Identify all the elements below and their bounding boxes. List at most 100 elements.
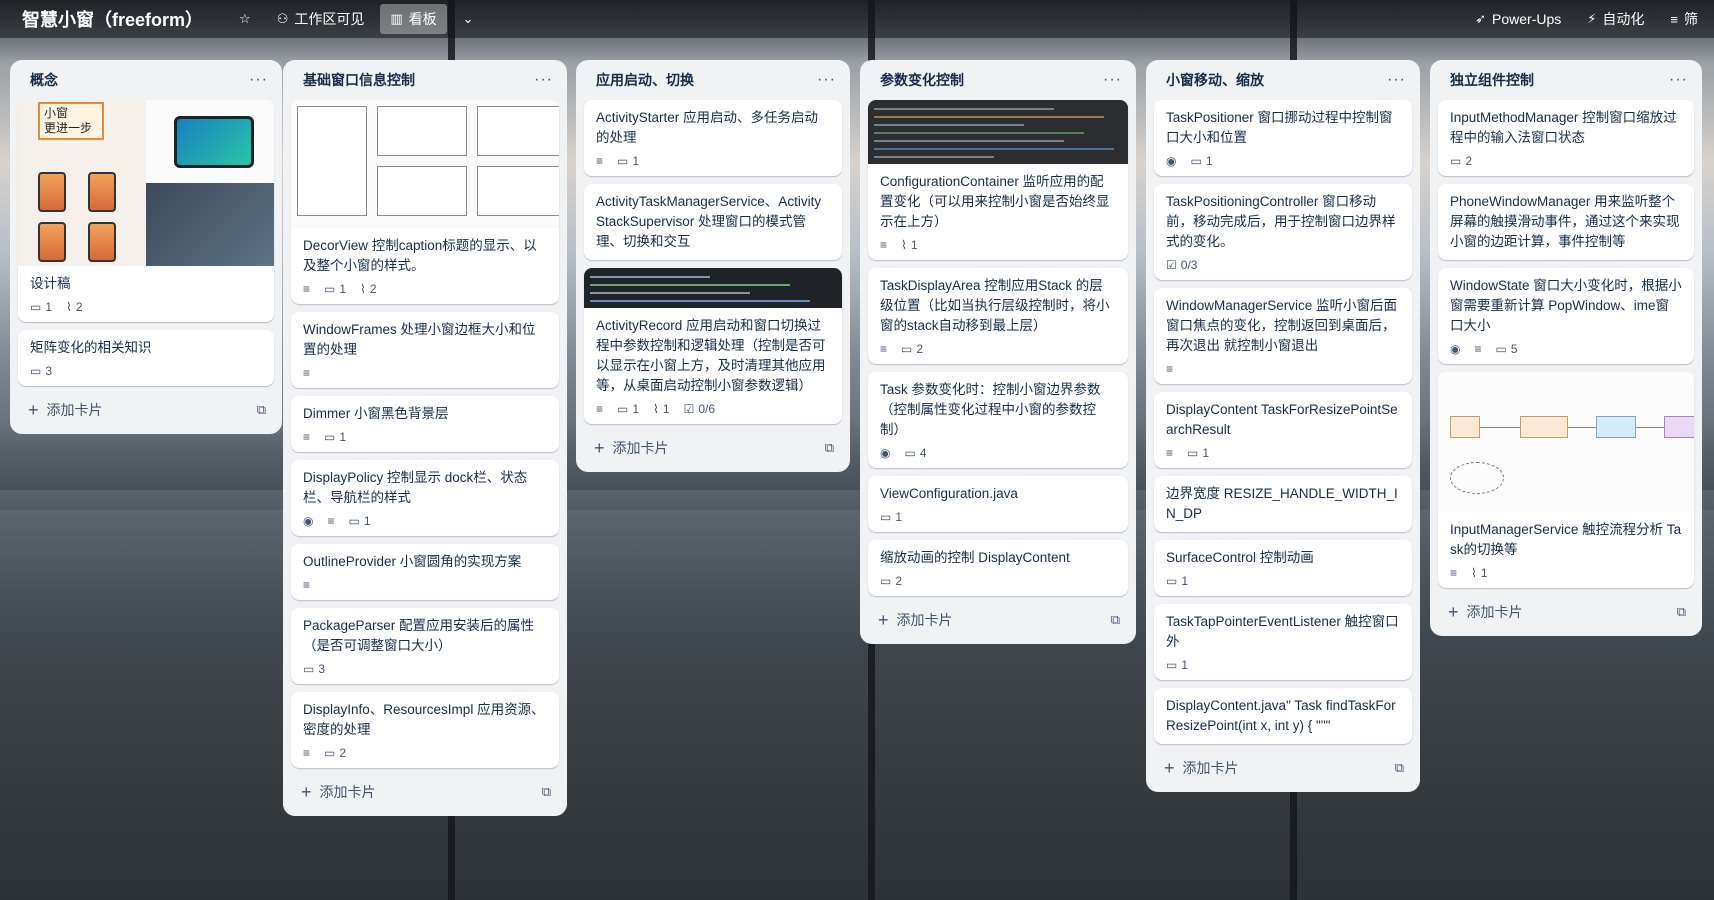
card[interactable]: TaskPositioner 窗口挪动过程中控制窗口大小和位置 ◉ ▭ 1 [1154,100,1412,176]
list-header: 概念 ··· [18,60,274,100]
filter-icon: ≡ [1670,11,1678,27]
card[interactable]: ActivityRecord 应用启动和窗口切换过程中参数控制和逻辑处理（控制是… [584,268,842,424]
list-title[interactable]: 应用启动、切换 [596,70,694,90]
card[interactable]: DisplayPolicy 控制显示 dock栏、状态栏、导航栏的样式 ◉ ≡ … [291,460,559,536]
template-icon[interactable]: ⧉ [542,784,551,800]
card[interactable]: Task 参数变化时：控制小窗边界参数（控制属性变化过程中小窗的参数控制） ◉ … [868,372,1128,468]
people-icon: ⚇ [276,11,289,26]
template-icon[interactable]: ⧉ [1111,612,1120,628]
card[interactable]: 矩阵变化的相关知识 ▭ 3 [18,330,274,386]
plus-icon: + [301,781,312,802]
card[interactable]: DisplayInfo、ResourcesImpl 应用资源、密度的处理 ≡ ▭… [291,692,559,768]
eye-icon: ◉ [303,514,314,528]
list-move-resize: 小窗移动、缩放 ··· TaskPositioner 窗口挪动过程中控制窗口大小… [1146,60,1420,792]
comment-count: 1 [1202,446,1210,460]
card[interactable]: SurfaceControl 控制动画 ▭ 1 [1154,540,1412,596]
card[interactable]: PackageParser 配置应用安装后的属性（是否可调整窗口大小） ▭ 3 [291,608,559,684]
description-icon: ≡ [303,578,311,592]
chevron-down-icon: ⌄ [462,11,474,26]
card[interactable]: ActivityTaskManagerService、ActivityStack… [584,184,842,260]
comment-count: 1 [895,510,903,524]
view-switcher-button[interactable]: ⌄ [453,6,484,32]
card-cover-code [584,268,842,308]
card[interactable]: 小窗 更进一步 设计稿 ▭ 1 ⌇ 2 [18,100,274,322]
card[interactable]: DisplayContent TaskForResizePointSearchR… [1154,392,1412,468]
card-cover-image: 小窗 更进一步 [18,100,274,266]
card-title: TaskPositioningController 窗口移动前，移动完成后，用于… [1166,194,1396,249]
comment-icon: ▭ [303,662,315,676]
add-card-button[interactable]: + 添加卡片 [1164,758,1239,779]
list-header: 应用启动、切换 ··· [584,60,842,100]
description-icon: ≡ [880,238,888,252]
card[interactable]: ConfigurationContainer 监听应用的配置变化（可以用来控制小… [868,100,1128,260]
more-icon[interactable]: ··· [249,71,268,89]
power-ups-button[interactable]: ➶ Power-Ups [1465,6,1571,32]
more-icon[interactable]: ··· [817,71,836,89]
add-card-button[interactable]: + 添加卡片 [1448,602,1523,623]
more-icon[interactable]: ··· [534,71,553,89]
attachment-icon: ⌇ [360,282,366,296]
card[interactable]: ActivityStarter 应用启动、多任务启动的处理 ≡ ▭ 1 [584,100,842,176]
comment-icon: ▭ [30,300,42,314]
board-view-button[interactable]: ▥ 看板 [380,4,447,34]
visibility-button[interactable]: ⚇ 工作区可见 [267,4,375,34]
list-title[interactable]: 独立组件控制 [1450,70,1534,90]
list-title[interactable]: 概念 [30,70,58,90]
card[interactable]: WindowFrames 处理小窗边框大小和位置的处理 ≡ [291,312,559,388]
card[interactable]: 缩放动画的控制 DisplayContent ▭ 2 [868,540,1128,596]
template-icon[interactable]: ⧉ [257,402,266,418]
card-title: ActivityRecord 应用启动和窗口切换过程中参数控制和逻辑处理（控制是… [596,318,826,393]
card[interactable]: WindowManagerService 监听小窗后面窗口焦点的变化，控制返回到… [1154,288,1412,384]
card[interactable]: TaskTapPointerEventListener 触控窗口外 ▭ 1 [1154,604,1412,680]
star-icon: ☆ [239,11,251,26]
comment-icon: ▭ [1190,154,1202,168]
add-card-button[interactable]: + 添加卡片 [878,610,953,631]
card[interactable]: DecorView 控制caption标题的显示、以及整个小窗的样式。 ≡ ▭ 1… [291,100,559,304]
card[interactable]: WindowState 窗口大小变化时，根据小窗需要重新计算 PopWindow… [1438,268,1694,364]
template-icon[interactable]: ⧉ [1395,760,1404,776]
add-card-row: + 添加卡片 ⧉ [868,604,1128,636]
board-title[interactable]: 智慧小窗（freeform） [22,6,203,32]
comment-count: 1 [1181,658,1189,672]
list-title[interactable]: 参数变化控制 [880,70,964,90]
card[interactable]: Dimmer 小窗黑色背景层 ≡ ▭ 1 [291,396,559,452]
description-icon: ≡ [303,366,311,380]
card[interactable]: TaskDisplayArea 控制应用Stack 的层级位置（比如当执行层级控… [868,268,1128,364]
checklist-icon: ☑ [1166,258,1177,272]
card[interactable]: TaskPositioningController 窗口移动前，移动完成后，用于… [1154,184,1412,280]
card-title: ConfigurationContainer 监听应用的配置变化（可以用来控制小… [880,174,1110,229]
comment-count: 1 [363,514,371,528]
list-title[interactable]: 基础窗口信息控制 [303,70,415,90]
checklist-count: 0/6 [698,402,716,416]
list-header: 参数变化控制 ··· [868,60,1128,100]
card[interactable]: 边界宽度 RESIZE_HANDLE_WIDTH_IN_DP [1154,476,1412,532]
star-button[interactable]: ☆ [229,6,261,32]
card[interactable]: OutlineProvider 小窗圆角的实现方案 ≡ [291,544,559,600]
template-icon[interactable]: ⧉ [1677,604,1686,620]
card[interactable]: PhoneWindowManager 用来监听整个屏幕的触摸滑动事件，通过这个来… [1438,184,1694,260]
automation-button[interactable]: ⚡ 自动化 [1577,4,1654,34]
list-app-launch: 应用启动、切换 ··· ActivityStarter 应用启动、多任务启动的处… [576,60,850,472]
list-standalone-components: 独立组件控制 ··· InputMethodManager 控制窗口缩放过程中的… [1430,60,1702,636]
template-icon[interactable]: ⧉ [825,440,834,456]
add-card-button[interactable]: + 添加卡片 [301,782,376,803]
more-icon[interactable]: ··· [1103,71,1122,89]
card-title: TaskTapPointerEventListener 触控窗口外 [1166,614,1399,649]
filter-button[interactable]: ≡ 筛 [1660,4,1708,34]
plus-icon: + [1164,757,1175,778]
more-icon[interactable]: ··· [1387,71,1406,89]
comment-icon: ▭ [324,746,336,760]
add-card-label: 添加卡片 [612,440,669,456]
checklist-count: 0/3 [1180,258,1198,272]
add-card-button[interactable]: + 添加卡片 [594,438,669,459]
comment-icon: ▭ [30,364,42,378]
comment-icon: ▭ [348,514,360,528]
card[interactable]: DisplayContent.java" Task findTaskForRes… [1154,688,1412,744]
card[interactable]: ViewConfiguration.java ▭ 1 [868,476,1128,532]
add-card-button[interactable]: + 添加卡片 [28,400,103,421]
card[interactable]: InputMethodManager 控制窗口缩放过程中的输入法窗口状态 ▭ 2 [1438,100,1694,176]
card[interactable]: InputManagerService 触控流程分析 Task的切换等 ≡ ⌇ 1 [1438,372,1694,588]
more-icon[interactable]: ··· [1669,71,1688,89]
board-icon: ▥ [390,11,403,26]
list-title[interactable]: 小窗移动、缩放 [1166,70,1264,90]
